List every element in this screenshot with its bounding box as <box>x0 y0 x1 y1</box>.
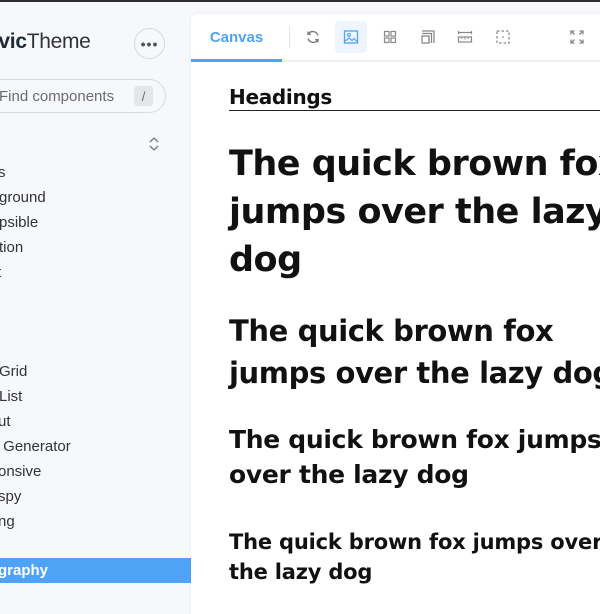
background-button[interactable] <box>335 21 367 53</box>
viewport-icon <box>496 30 510 44</box>
sidebar-item-background[interactable]: ground <box>0 185 191 210</box>
sidebar-item-collapsible[interactable]: psible <box>0 210 191 235</box>
toolbar: Canvas <box>191 14 600 62</box>
sidebar-item-typography[interactable]: graphy <box>0 558 191 583</box>
toolbar-divider <box>289 26 290 48</box>
heading-level-2: The quick brown fox jumps over the lazy … <box>229 314 600 390</box>
sidebar: CivicTheme ••• / s ground psible tion t … <box>0 2 191 600</box>
measure-icon <box>457 31 473 43</box>
grid-icon <box>383 30 397 44</box>
reload-button[interactable] <box>297 21 329 53</box>
heading-level-4: The quick brown fox jumps over the lazy … <box>229 530 600 584</box>
sidebar-item-spacing[interactable]: ng <box>0 509 191 534</box>
tab-canvas[interactable]: Canvas <box>191 14 282 62</box>
heading-level-3: The quick brown fox jumps over the lazy … <box>229 425 600 489</box>
more-options-button[interactable]: ••• <box>134 28 165 59</box>
sidebar-item-animation[interactable]: tion <box>0 235 191 260</box>
outline-button[interactable] <box>411 21 443 53</box>
image-background-icon <box>343 30 359 44</box>
sidebar-item-content[interactable]: t <box>0 260 191 285</box>
brand-regular: Theme <box>26 30 91 53</box>
sidebar-item-item-list[interactable]: List <box>0 384 191 409</box>
fullscreen-icon <box>570 30 584 44</box>
search-box: / <box>0 79 166 113</box>
search-shortcut-badge: / <box>134 86 153 106</box>
ellipsis-icon: ••• <box>140 35 159 52</box>
heading-level-1: The quick brown fox jumps over the lazy … <box>229 144 600 280</box>
grid-button[interactable] <box>374 21 406 53</box>
sidebar-item-responsive[interactable]: onsive <box>0 459 191 484</box>
sidebar-item-scrollspy[interactable]: spy <box>0 484 191 509</box>
sidebar-item-layout[interactable]: ut <box>0 409 191 434</box>
sidebar-item-grid[interactable]: Grid <box>0 359 191 384</box>
brand-logo[interactable]: CivicTheme <box>0 30 91 54</box>
sidebar-item-color-generator[interactable]: Generator <box>0 434 191 459</box>
measure-button[interactable] <box>449 21 481 53</box>
viewport-button[interactable] <box>487 21 519 53</box>
brand-bold: Civic <box>0 30 27 53</box>
sidebar-item-icons[interactable]: s <box>0 160 191 185</box>
canvas-panel: Canvas Headings The quick brown fox jump… <box>191 14 600 614</box>
section-heading: Headings <box>229 84 600 111</box>
reload-icon <box>307 30 319 44</box>
search-input[interactable] <box>0 80 131 112</box>
expand-collapse-icon[interactable] <box>148 136 160 152</box>
fullscreen-button[interactable] <box>561 21 593 53</box>
outline-icon <box>421 30 435 44</box>
